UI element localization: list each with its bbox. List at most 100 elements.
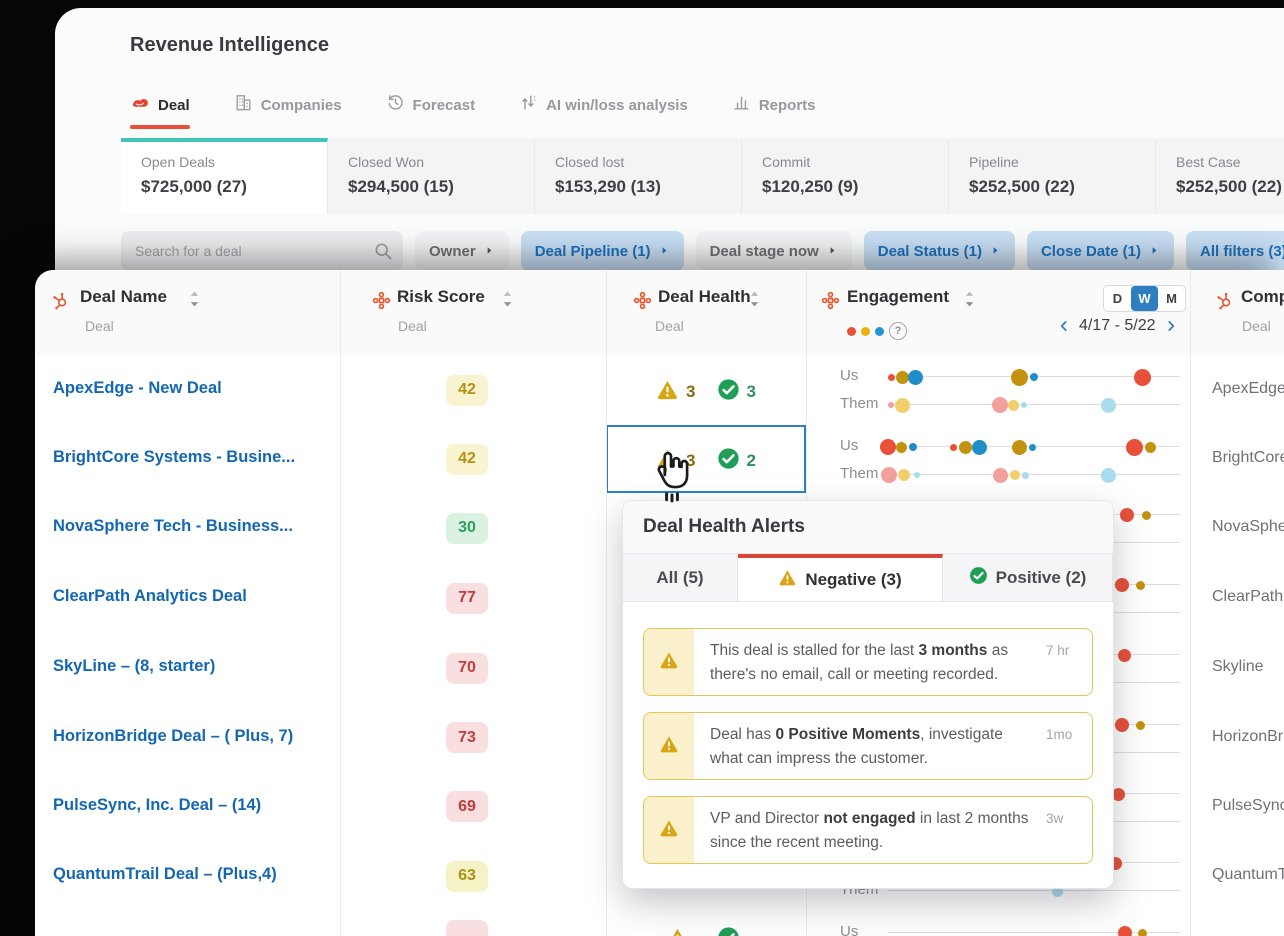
summary-card-closed-lost[interactable]: Closed lost $153,290 (13) (535, 138, 742, 214)
summary-card-closed-won[interactable]: Closed Won $294,500 (15) (328, 138, 535, 214)
winloss-icon (519, 93, 538, 117)
filter-owner[interactable]: Owner (415, 231, 509, 271)
hovered-cell-outline (606, 425, 806, 493)
filter-label: Close Date (1) (1040, 242, 1141, 260)
filter-deal-status-1-[interactable]: Deal Status (1) (863, 231, 1015, 271)
engagement-dot (914, 472, 921, 478)
engagement-dot (1137, 928, 1147, 936)
card-value: $153,290 (13) (555, 177, 661, 196)
company-cell: ApexEdge (1212, 380, 1284, 397)
popup-tab-label: Positive (2) (995, 567, 1087, 587)
summary-card-commit[interactable]: Commit $120,250 (9) (742, 138, 949, 214)
sort-arrows-icon[interactable] (747, 289, 762, 314)
filter-deal-stage-now[interactable]: Deal stage now (695, 231, 852, 271)
engagement-dot (880, 439, 896, 455)
tab-companies[interactable]: Companies (234, 93, 342, 117)
engagement-dot (1114, 718, 1129, 732)
deal-name-link[interactable]: SkyLine – (8, starter) (53, 657, 331, 676)
alert-timestamp: 1mo (1046, 727, 1073, 743)
company-cell: HorizonBridge (1212, 727, 1284, 745)
search-input[interactable] (121, 231, 403, 271)
sort-arrows-icon[interactable] (500, 289, 515, 314)
negative-count: 3 (686, 382, 696, 401)
tab-reports[interactable]: Reports (732, 93, 816, 117)
engagement-dot (958, 440, 972, 454)
engagement-timeline (887, 397, 1180, 413)
positive-count: 3 (746, 382, 756, 401)
popup-tab-all-5-[interactable]: All (5) (623, 554, 738, 601)
date-range: 4/17 - 5/22 (1079, 317, 1156, 334)
sort-arrows-icon[interactable] (187, 289, 202, 314)
deal-health-cell[interactable]: 33 (606, 378, 806, 406)
us-label: Us (840, 923, 859, 936)
card-label: Pipeline (969, 154, 1019, 170)
column-title-risk-score: Risk Score (397, 287, 485, 306)
deal-name-link[interactable]: NovaSphere Tech - Business... (53, 517, 331, 536)
alert-timestamp: 3w (1046, 811, 1064, 827)
card-label: Closed lost (555, 154, 625, 170)
summary-card-open-deals[interactable]: Open Deals $725,000 (27) (121, 138, 328, 214)
alert-card: VP and Director not engaged in last 2 mo… (643, 796, 1093, 865)
freddy-icon (821, 291, 840, 315)
engagement-timeline (888, 926, 1180, 936)
risk-score-badge: 42 (446, 443, 488, 475)
column-title-engagement: Engagement (847, 287, 950, 306)
deal-name-link[interactable]: BrightCore Systems - Busine... (53, 448, 331, 467)
filter-all-filters-3-[interactable]: All filters (3) (1186, 231, 1284, 271)
deal-health-cell[interactable] (606, 926, 806, 936)
column-title-deal-name: Deal Name (80, 287, 167, 306)
sort-arrows-icon[interactable] (962, 289, 977, 314)
engagement-dot (1112, 787, 1126, 801)
column-subtitle: Deal (1242, 318, 1271, 334)
warning-icon (659, 734, 679, 759)
summary-card-pipeline[interactable]: Pipeline $252,500 (22) (949, 138, 1156, 214)
deal-name-link[interactable]: ClearPath Analytics Deal (53, 587, 331, 606)
check-icon (969, 566, 988, 590)
filter-label: Deal Status (1) (877, 242, 982, 260)
period-W[interactable]: W (1131, 286, 1158, 311)
deal-name-link[interactable]: QuantumTrail Deal – (Plus,4) (53, 865, 331, 884)
chevron-left-icon[interactable] (1057, 318, 1071, 334)
deal-name-link[interactable]: ApexEdge - New Deal (53, 379, 331, 398)
company-cell: ClearPath (1212, 588, 1284, 605)
deal-name-link[interactable]: PulseSync, Inc. Deal – (14) (53, 796, 331, 815)
deal-health-alerts-popup: Deal Health Alerts All (5) Negative (3) Po… (622, 500, 1114, 890)
popup-tabs: All (5) Negative (3) Positive (2) (623, 554, 1113, 602)
hubspot-icon (51, 291, 70, 315)
filter-buttons: Owner Deal Pipeline (1) Deal stage now Deal… (415, 231, 1284, 271)
engagement-dot (1020, 402, 1027, 408)
engagement-dot (887, 402, 894, 408)
engagement-legend: ? (847, 322, 907, 340)
filter-label: Deal stage now (709, 242, 819, 260)
alert-timestamp: 7 hr (1046, 643, 1070, 658)
period-D[interactable]: D (1104, 286, 1131, 311)
summary-card-best-case[interactable]: Best Case $252,500 (22) (1156, 138, 1284, 214)
column-divider (1190, 270, 1191, 936)
alert-warning-strip (644, 713, 694, 780)
engagement-timeline (888, 885, 1180, 897)
filter-deal-pipeline-1-[interactable]: Deal Pipeline (1) (520, 231, 684, 271)
chevron-right-icon[interactable] (1164, 318, 1178, 334)
risk-score-badge: 70 (446, 652, 488, 684)
deal-name-link[interactable]: HorizonBridge Deal – ( Plus, 7) (53, 727, 331, 746)
period-M[interactable]: M (1158, 286, 1185, 311)
popup-tab-negative-3-[interactable]: Negative (3) (738, 554, 943, 601)
column-divider (606, 270, 607, 936)
engagement-dot (908, 443, 917, 451)
engagement-dot (1126, 438, 1144, 456)
engagement-dot (888, 373, 896, 381)
risk-score-badge: 30 (446, 512, 488, 544)
us-label: Us (840, 367, 859, 384)
search-field[interactable] (121, 231, 403, 271)
tab-deal[interactable]: Deal (130, 93, 190, 129)
company-cell: Skyline (1212, 658, 1264, 675)
help-icon[interactable]: ? (889, 322, 907, 340)
table-row: ApexEdge - New Deal 42 3 3 Us Them ApexEdge (35, 355, 1284, 426)
popup-tab-positive-2-[interactable]: Positive (2) (943, 554, 1113, 601)
alert-text: This deal is stalled for the last 3 mont… (710, 642, 1009, 684)
filter-close-date-1-[interactable]: Close Date (1) (1026, 231, 1174, 271)
tab-ai-win-loss-analysis[interactable]: AI win/loss analysis (519, 93, 688, 117)
tab-forecast[interactable]: Forecast (386, 93, 475, 117)
them-label: Them (840, 465, 879, 482)
alert-text: Deal has 0 Positive Moments, investigate… (710, 726, 1003, 768)
